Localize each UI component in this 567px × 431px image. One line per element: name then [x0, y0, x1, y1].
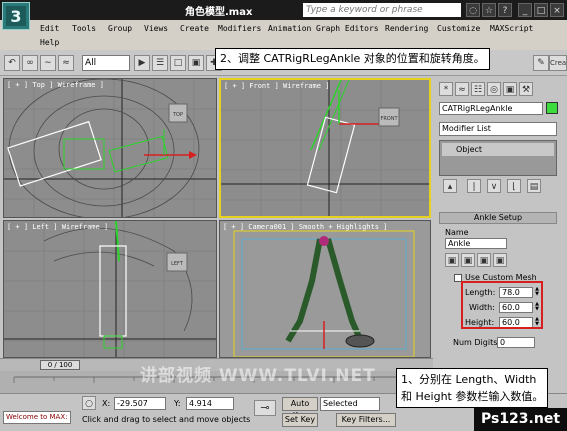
remove-modifier-icon[interactable]: ⌊	[507, 179, 521, 193]
menu-group[interactable]: Group	[108, 24, 132, 33]
y-coord-field[interactable]: 4.914	[186, 397, 234, 410]
create-selection-set-field[interactable]: Crea	[549, 55, 567, 71]
named-selection-icon[interactable]: ✎	[533, 55, 549, 71]
ankle-setup-rollout[interactable]: Ankle Setup	[439, 212, 557, 224]
menu-maxscript[interactable]: MAXScript	[490, 24, 533, 33]
object-color-swatch[interactable]	[546, 102, 558, 114]
set-key-button[interactable]: Set Key	[282, 413, 318, 427]
undo-icon[interactable]: ↶	[4, 55, 20, 71]
hierarchy-tab-icon[interactable]: ☷	[471, 82, 485, 96]
mesh-icon-2[interactable]: ▣	[461, 253, 475, 267]
stack-item-object[interactable]: Object	[442, 143, 554, 156]
rect-selection-icon[interactable]: □	[170, 55, 186, 71]
title-bar: 角色模型.max Type a keyword or phrase ◌ ☆ ? …	[0, 0, 567, 20]
select-object-icon[interactable]: ▶	[134, 55, 150, 71]
viewport-front[interactable]: FRONT [ + ] Front ] Wireframe ]	[219, 78, 431, 218]
mesh-icon-3[interactable]: ▣	[477, 253, 491, 267]
modifier-stack: Object	[439, 140, 557, 176]
unlink-icon[interactable]: ∼	[40, 55, 56, 71]
y-coord-label: Y:	[174, 399, 181, 408]
highlight-box	[461, 281, 543, 329]
key-filters-button[interactable]: Key Filters...	[336, 413, 396, 427]
display-tab-icon[interactable]: ▣	[503, 82, 517, 96]
viewport-left[interactable]: LEFT [ + ] Left ] Wireframe ]	[3, 220, 217, 358]
make-unique-icon[interactable]: ∨	[487, 179, 501, 193]
view-cube-top-label: TOP	[172, 112, 183, 118]
maxscript-listener[interactable]: Welcome to MAX:	[3, 411, 71, 424]
lock-selection-icon[interactable]: ○	[82, 396, 96, 410]
menu-edit[interactable]: Edit	[40, 24, 59, 33]
bind-space-warp-icon[interactable]: ≈	[58, 55, 74, 71]
utilities-tab-icon[interactable]: ⚒	[519, 82, 533, 96]
menu-bar: Edit Tools Group Views Create Modifiers …	[0, 20, 567, 50]
auto-key-button[interactable]: Auto Key	[282, 397, 318, 420]
callout-step-2: 2、调整 CATRigRLegAnkle 对象的位置和旋转角度。	[215, 48, 490, 70]
menu-help[interactable]: Help	[40, 38, 59, 47]
mesh-icon-4[interactable]: ▣	[493, 253, 507, 267]
app-logo-icon[interactable]: 3	[2, 2, 30, 30]
menu-customize[interactable]: Customize	[437, 24, 480, 33]
status-message: Click and drag to select and move object…	[82, 415, 251, 424]
x-coord-label: X:	[102, 399, 111, 408]
viewport-camera[interactable]: [ + ] Camera001 ] Smooth + Highlights ]	[219, 220, 431, 358]
menu-modifiers[interactable]: Modifiers	[218, 24, 261, 33]
callout-step-1-line-2: 和 Height 参数栏输入数值。	[401, 390, 544, 403]
command-panel: * ≈ ☷ ◎ ▣ ⚒ CATRigRLegAnkle Modifier Lis…	[433, 76, 567, 396]
callout-step-1: 1、分别在 Length、Width 和 Height 参数栏输入数值。	[396, 368, 549, 408]
name-field[interactable]: Ankle	[445, 238, 507, 249]
search-input[interactable]: Type a keyword or phrase	[303, 3, 461, 17]
name-label: Name	[445, 228, 469, 237]
menu-tools[interactable]: Tools	[72, 24, 96, 33]
selected-dropdown[interactable]: Selected	[320, 397, 380, 411]
show-end-result-icon[interactable]: |	[467, 179, 481, 193]
viewport-top[interactable]: TOP [ + ] Top ] Wireframe ]	[3, 78, 217, 218]
watermark: 讲部视频 WWW.TLVI.NET	[140, 366, 376, 386]
window-crossing-icon[interactable]: ▣	[188, 55, 204, 71]
mesh-icon-1[interactable]: ▣	[445, 253, 459, 267]
binoculars-icon[interactable]: ◌	[466, 3, 480, 17]
site-logo: Ps123.net	[474, 408, 567, 431]
num-digits-spinner[interactable]: 0	[497, 337, 535, 348]
time-slider[interactable]: 0 / 100	[40, 360, 80, 370]
select-by-name-icon[interactable]: ☰	[152, 55, 168, 71]
viewport-label-top[interactable]: [ + ] Top ] Wireframe ]	[7, 81, 104, 89]
viewport-label-left[interactable]: [ + ] Left ] Wireframe ]	[7, 223, 108, 231]
callout-step-1-line-1: 1、分别在 Length、Width	[401, 373, 537, 386]
minimize-icon[interactable]: _	[518, 3, 532, 17]
motion-tab-icon[interactable]: ◎	[487, 82, 501, 96]
key-icon[interactable]: ⊸	[254, 400, 276, 416]
modify-tab-icon[interactable]: ≈	[455, 82, 469, 96]
view-cube-front-label: FRONT	[380, 116, 398, 122]
help-icon[interactable]: ?	[498, 3, 512, 17]
menu-views[interactable]: Views	[144, 24, 168, 33]
x-coord-field[interactable]: -29.507	[114, 397, 166, 410]
viewport-label-front[interactable]: [ + ] Front ] Wireframe ]	[224, 82, 329, 90]
star-icon[interactable]: ☆	[482, 3, 496, 17]
modifier-list-dropdown[interactable]: Modifier List	[439, 122, 557, 136]
selection-filter-dropdown[interactable]: All	[82, 55, 130, 71]
menu-animation[interactable]: Animation	[268, 24, 311, 33]
pin-stack-icon[interactable]: ▴	[443, 179, 457, 193]
window-title: 角色模型.max	[185, 7, 253, 18]
menu-rendering[interactable]: Rendering	[385, 24, 428, 33]
object-name-field[interactable]: CATRigRLegAnkle	[439, 102, 543, 115]
close-icon[interactable]: ×	[550, 3, 564, 17]
svg-text:3: 3	[10, 7, 21, 26]
configure-sets-icon[interactable]: ▤	[527, 179, 541, 193]
view-cube-left-label: LEFT	[171, 261, 184, 267]
create-tab-icon[interactable]: *	[439, 82, 453, 96]
link-icon[interactable]: ∞	[22, 55, 38, 71]
viewport-label-camera[interactable]: [ + ] Camera001 ] Smooth + Highlights ]	[223, 223, 387, 231]
menu-graph-editors[interactable]: Graph Editors	[316, 24, 379, 33]
maximize-icon[interactable]: □	[534, 3, 548, 17]
num-digits-label: Num Digits:	[453, 338, 501, 347]
menu-create[interactable]: Create	[180, 24, 209, 33]
